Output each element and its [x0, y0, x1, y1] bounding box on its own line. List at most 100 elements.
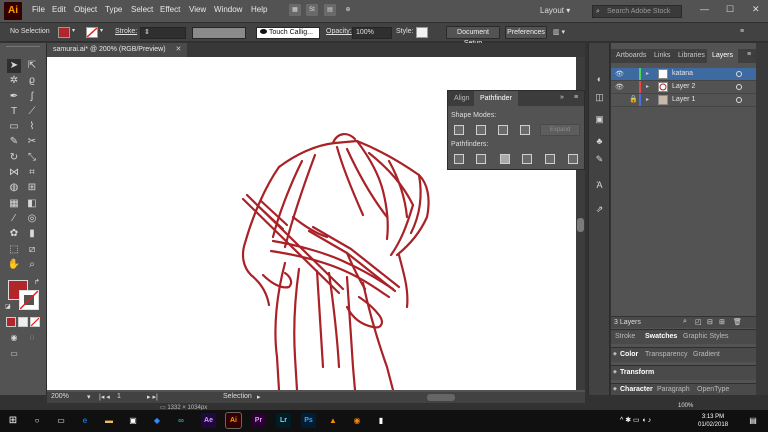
- vertical-scroll-thumb[interactable]: [577, 218, 584, 232]
- tab-layers[interactable]: Layers: [707, 49, 739, 63]
- symbols-icon[interactable]: ♣: [593, 135, 606, 148]
- fill-swatch[interactable]: [58, 27, 70, 38]
- perspective-grid-tool-icon[interactable]: ⊞: [25, 181, 39, 195]
- workspace-switcher[interactable]: Layout ▾: [540, 6, 570, 15]
- section-toggle-icon[interactable]: ◆: [613, 369, 617, 375]
- arduino-icon[interactable]: ∞: [174, 414, 188, 428]
- tab-transform[interactable]: Transform: [620, 369, 654, 376]
- stock-icon[interactable]: St: [306, 4, 318, 16]
- crop-icon[interactable]: [522, 154, 532, 164]
- default-fill-stroke-icon[interactable]: ◪: [5, 303, 11, 310]
- tab-gradient[interactable]: Gradient: [693, 351, 720, 358]
- export-icon[interactable]: ⇗: [593, 203, 606, 216]
- scale-tool-icon[interactable]: ⤡: [25, 151, 39, 165]
- collapse-panel-icon[interactable]: »: [560, 94, 564, 101]
- stroke-swatch[interactable]: [86, 27, 98, 38]
- magic-wand-tool-icon[interactable]: ✲: [7, 74, 21, 88]
- tab-color[interactable]: Color: [620, 351, 638, 358]
- expand-triangle-icon[interactable]: ▸: [646, 96, 649, 103]
- bridge-icon[interactable]: ▦: [289, 4, 301, 16]
- variable-width-profile[interactable]: [192, 27, 246, 39]
- menu-object[interactable]: Object: [74, 5, 97, 14]
- gpu-performance-icon[interactable]: ⊕: [342, 4, 354, 16]
- scissors-tool-icon[interactable]: ✂: [25, 135, 39, 149]
- target-circle-icon[interactable]: [736, 97, 742, 103]
- slice-tool-icon[interactable]: ⧄: [25, 243, 39, 257]
- tab-transparency[interactable]: Transparency: [645, 351, 688, 358]
- file-explorer-icon[interactable]: ▬: [102, 414, 116, 428]
- properties-icon[interactable]: ▣: [593, 113, 606, 126]
- blender-icon[interactable]: ◉: [350, 414, 364, 428]
- panel-menu-icon[interactable]: ≡: [740, 28, 744, 35]
- eyedropper-tool-icon[interactable]: ⁄: [7, 212, 21, 226]
- intersect-icon[interactable]: [498, 125, 508, 135]
- target-circle-icon[interactable]: [736, 84, 742, 90]
- maximize-icon[interactable]: ☐: [726, 4, 734, 15]
- tab-graphic-styles[interactable]: Graphic Styles: [683, 333, 729, 340]
- tab-links[interactable]: Links: [649, 49, 675, 63]
- dropbox-icon[interactable]: ◆: [150, 414, 164, 428]
- target-circle-icon[interactable]: [736, 71, 742, 77]
- menu-effect[interactable]: Effect: [160, 5, 180, 14]
- panel-menu-icon[interactable]: ≡: [574, 94, 578, 101]
- new-layer-icon[interactable]: ⊞: [719, 318, 725, 326]
- layer-row-layer1[interactable]: 🔒 ▸ Layer 1: [611, 94, 756, 107]
- layer-name[interactable]: Layer 1: [672, 96, 695, 103]
- artboard-tool-icon[interactable]: ⬚: [7, 243, 21, 257]
- free-transform-tool-icon[interactable]: ⌗: [25, 166, 39, 180]
- edge-browser-icon[interactable]: e: [78, 414, 92, 428]
- tab-stroke[interactable]: Stroke: [615, 333, 635, 340]
- menu-window[interactable]: Window: [214, 5, 242, 14]
- minimize-icon[interactable]: —: [700, 4, 709, 14]
- layer-name[interactable]: katana: [672, 70, 693, 77]
- store-icon[interactable]: ▣: [126, 414, 140, 428]
- opacity-field[interactable]: 100%: [352, 27, 392, 39]
- task-view-icon[interactable]: ▭: [54, 414, 68, 428]
- menu-help[interactable]: Help: [251, 5, 267, 14]
- fill-dropdown-icon[interactable]: ▾: [72, 27, 75, 34]
- artboard-number[interactable]: 1: [117, 393, 121, 400]
- gradient-tool-icon[interactable]: ◧: [25, 197, 39, 211]
- taskbar-clock[interactable]: 3:13 PM 01/02/2018: [698, 413, 728, 429]
- brushes-icon[interactable]: ✎: [593, 153, 606, 166]
- new-sublayer-icon[interactable]: ⊟: [707, 318, 713, 326]
- terminal-icon[interactable]: ▮: [374, 414, 388, 428]
- merge-icon[interactable]: [500, 154, 510, 164]
- blend-tool-icon[interactable]: ◎: [25, 212, 39, 226]
- illustrator-app-icon[interactable]: Ai: [225, 412, 242, 429]
- section-toggle-icon[interactable]: ◆: [613, 386, 617, 392]
- stroke-label[interactable]: Stroke:: [115, 28, 137, 35]
- hand-tool-icon[interactable]: ✋: [7, 258, 21, 272]
- delete-layer-icon[interactable]: 🗑: [733, 318, 742, 326]
- stroke-weight-field[interactable]: ⇕: [140, 27, 186, 39]
- divide-icon[interactable]: [454, 154, 464, 164]
- visibility-eye-icon[interactable]: 👁: [615, 83, 625, 91]
- glyphs-icon[interactable]: Ά: [593, 179, 606, 192]
- right-panel-scrollbar[interactable]: [756, 43, 768, 395]
- selection-tool-icon[interactable]: ➤: [7, 59, 21, 73]
- symbol-sprayer-tool-icon[interactable]: ✿: [7, 227, 21, 241]
- document-tab[interactable]: samurai.ai* @ 200% (RGB/Preview) ✕: [47, 43, 187, 57]
- draw-inside-icon[interactable]: ◌: [25, 331, 39, 345]
- stroke-color-box[interactable]: [19, 290, 39, 310]
- tab-character[interactable]: Character: [620, 386, 653, 393]
- tab-opentype[interactable]: OpenType: [697, 386, 729, 393]
- premiere-app-icon[interactable]: Pr: [251, 413, 266, 428]
- toolbar-grip[interactable]: [6, 46, 40, 48]
- pen-tool-icon[interactable]: ✒: [7, 90, 21, 104]
- width-tool-icon[interactable]: ⋈: [7, 166, 21, 180]
- graphic-style-swatch[interactable]: [416, 27, 428, 38]
- navigator-icon[interactable]: ◫: [593, 91, 606, 104]
- tab-swatches[interactable]: Swatches: [645, 333, 677, 340]
- line-segment-tool-icon[interactable]: ⟋: [25, 105, 39, 119]
- clipping-mask-icon[interactable]: ◰: [695, 318, 702, 326]
- tab-paragraph[interactable]: Paragraph: [657, 386, 690, 393]
- paintbrush-tool-icon[interactable]: ⌇: [25, 120, 39, 134]
- locate-object-icon[interactable]: ⌕: [683, 318, 687, 326]
- layer-row-katana[interactable]: 👁 ▸ katana: [611, 68, 756, 81]
- column-graph-tool-icon[interactable]: ▮: [25, 227, 39, 241]
- brush-definition-select[interactable]: Touch Callig...: [256, 27, 320, 39]
- menu-file[interactable]: File: [32, 5, 45, 14]
- layers-menu-icon[interactable]: ≡: [747, 51, 751, 58]
- none-mode-icon[interactable]: [30, 317, 40, 327]
